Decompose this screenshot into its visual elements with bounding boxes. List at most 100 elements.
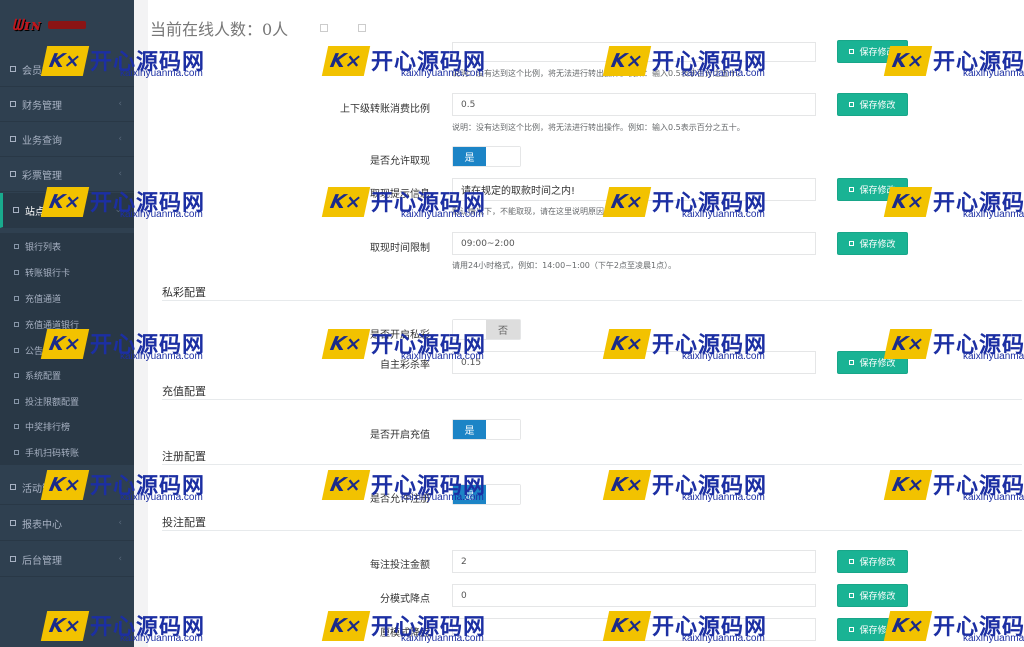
menu-icon bbox=[10, 101, 16, 107]
toggle-on: 是 bbox=[453, 420, 487, 439]
sub-transfer-ratio-hint: 说明：没有达到这个比例，将无法进行转出操作。例如：输入0.5表示百分之五十。 bbox=[452, 123, 745, 132]
submenu-recharge-channel[interactable]: 充值通道 bbox=[0, 285, 134, 311]
chevron-left-icon: ‹ bbox=[118, 482, 122, 492]
menu-icon bbox=[10, 484, 16, 490]
submenu-label: 中奖排行榜 bbox=[25, 422, 71, 433]
menu-label: 业务查询 bbox=[22, 135, 62, 147]
menu-members[interactable]: 会员管理 ‹ bbox=[0, 52, 134, 87]
submenu-label: 充值通道 bbox=[25, 294, 62, 305]
section-bet: 投注配置 bbox=[162, 514, 1022, 531]
menu-icon bbox=[10, 66, 16, 72]
save-button[interactable]: 保存修改 bbox=[837, 584, 908, 607]
save-button[interactable]: 保存修改 bbox=[837, 550, 908, 573]
toggle-off: 否 bbox=[486, 320, 520, 339]
chevron-left-icon: ‹ bbox=[118, 518, 122, 528]
chevron-left-icon: ‹ bbox=[118, 64, 122, 74]
submenu-icon bbox=[14, 295, 19, 301]
save-label: 保存修改 bbox=[859, 48, 896, 58]
save-label: 保存修改 bbox=[859, 558, 896, 568]
submenu-icon bbox=[14, 449, 19, 455]
toggle-off bbox=[486, 420, 520, 439]
menu-label: 活动管理 bbox=[22, 483, 62, 495]
save-label: 保存修改 bbox=[859, 186, 896, 196]
chevron-left-icon: ‹ bbox=[118, 99, 122, 109]
menu-label: 后台管理 bbox=[22, 555, 62, 567]
menu-icon bbox=[13, 207, 19, 213]
logo-subtitle bbox=[48, 21, 87, 29]
menu-icon bbox=[10, 520, 16, 526]
field-label: 厘模式降点 bbox=[380, 628, 430, 639]
menu-business[interactable]: 业务查询 ‹ bbox=[0, 122, 134, 157]
save-button[interactable]: 保存修改 bbox=[837, 351, 908, 374]
submenu-label: 手机扫码转账 bbox=[25, 448, 80, 459]
save-button[interactable]: 保存修改 bbox=[837, 232, 908, 255]
section-private-lottery: 私彩配置 bbox=[162, 284, 1022, 301]
menu-lottery[interactable]: 彩票管理 ‹ bbox=[0, 157, 134, 192]
save-button[interactable]: 保存修改 bbox=[837, 618, 908, 641]
submenu-notice[interactable]: 公告管理 bbox=[0, 337, 134, 363]
transfer-ratio-hint: 说明：没有达到这个比例，将无法进行转出操作。例如：输入0.5表示百分之五十。 bbox=[452, 69, 745, 78]
toolbar-icon[interactable] bbox=[358, 24, 366, 32]
private-lottery-toggle[interactable]: 否 bbox=[452, 319, 521, 340]
field-label: 每注投注金额 bbox=[370, 560, 430, 571]
field-label: 分模式降点 bbox=[380, 594, 430, 605]
menu-label: 财务管理 bbox=[22, 100, 62, 112]
save-label: 保存修改 bbox=[859, 626, 896, 636]
save-label: 保存修改 bbox=[859, 592, 896, 602]
submenu-recharge-channel-bank[interactable]: 充值通道银行 bbox=[0, 311, 134, 337]
recharge-toggle[interactable]: 是 bbox=[452, 419, 521, 440]
bet-amount-input[interactable]: 2 bbox=[452, 550, 816, 573]
logo-mark: ᗯɪɴ bbox=[12, 16, 43, 34]
register-toggle[interactable]: 是 bbox=[452, 484, 521, 505]
menu-label: 站点维护 bbox=[25, 206, 65, 218]
save-label: 保存修改 bbox=[859, 359, 896, 369]
section-register: 注册配置 bbox=[162, 448, 1022, 465]
save-button[interactable]: 保存修改 bbox=[837, 93, 908, 116]
submenu-system-config[interactable]: 系统配置 bbox=[0, 362, 134, 388]
withdraw-time-input[interactable]: 09:00~2:00 bbox=[452, 232, 816, 255]
field-label: 是否允许取现 bbox=[370, 156, 430, 167]
submenu-icon bbox=[14, 372, 19, 378]
online-count: 当前在线人数：0人 bbox=[150, 20, 289, 39]
submenu-icon bbox=[14, 347, 19, 353]
allow-withdraw-toggle[interactable]: 是 bbox=[452, 146, 521, 167]
menu-icon bbox=[10, 171, 16, 177]
save-icon bbox=[849, 241, 855, 246]
chevron-left-icon: ‹ bbox=[118, 134, 122, 144]
menu-admin[interactable]: 后台管理 ‹ bbox=[0, 542, 134, 577]
submenu-transfer-card[interactable]: 转账银行卡 bbox=[0, 259, 134, 285]
menu-label: 报表中心 bbox=[22, 519, 62, 531]
withdraw-message-input[interactable]: 请在规定的取款时间之内! bbox=[452, 178, 816, 201]
menu-site[interactable]: 站点维护 ⌄ bbox=[0, 193, 134, 228]
sub-transfer-ratio-input[interactable]: 0.5 bbox=[452, 93, 816, 116]
submenu-qr-transfer[interactable]: 手机扫码转账 bbox=[0, 439, 134, 465]
menu-reports[interactable]: 报表中心 ‹ bbox=[0, 506, 134, 541]
toggle-off bbox=[486, 147, 520, 166]
submenu-icon bbox=[14, 243, 19, 249]
withdraw-time-hint: 请用24小时格式，例如：14:00~1:00（下午2点至凌晨1点）。 bbox=[452, 261, 677, 270]
save-button[interactable]: 保存修改 bbox=[837, 40, 908, 63]
submenu-icon bbox=[14, 321, 19, 327]
submenu-label: 充值通道银行 bbox=[25, 320, 80, 331]
chevron-left-icon: ‹ bbox=[118, 554, 122, 564]
field-label: 是否允许注册 bbox=[370, 494, 430, 505]
save-button[interactable]: 保存修改 bbox=[837, 178, 908, 201]
submenu-icon bbox=[14, 398, 19, 404]
menu-finance[interactable]: 财务管理 ‹ bbox=[0, 87, 134, 122]
menu-activity[interactable]: 活动管理 ‹ bbox=[0, 470, 134, 505]
submenu-label: 系统配置 bbox=[25, 371, 62, 382]
chevron-down-icon: ⌄ bbox=[114, 205, 122, 215]
save-icon bbox=[849, 187, 855, 192]
toolbar-icon[interactable] bbox=[320, 24, 328, 32]
submenu-bank-list[interactable]: 银行列表 bbox=[0, 233, 134, 259]
transfer-ratio-input[interactable] bbox=[452, 42, 816, 62]
submenu-win-ranking[interactable]: 中奖排行榜 bbox=[0, 413, 134, 439]
withdraw-message-hint: 默认情况下，不能取现，请在这里说明原因。 bbox=[452, 207, 612, 216]
kill-rate-input[interactable]: 0.15 bbox=[452, 351, 816, 374]
submenu-label: 公告管理 bbox=[25, 346, 62, 357]
menu-icon bbox=[10, 136, 16, 142]
toggle-on: 是 bbox=[453, 147, 487, 166]
li-rebate-input[interactable] bbox=[452, 618, 816, 641]
fen-rebate-input[interactable]: 0 bbox=[452, 584, 816, 607]
submenu-bet-limit[interactable]: 投注限额配置 bbox=[0, 388, 134, 414]
